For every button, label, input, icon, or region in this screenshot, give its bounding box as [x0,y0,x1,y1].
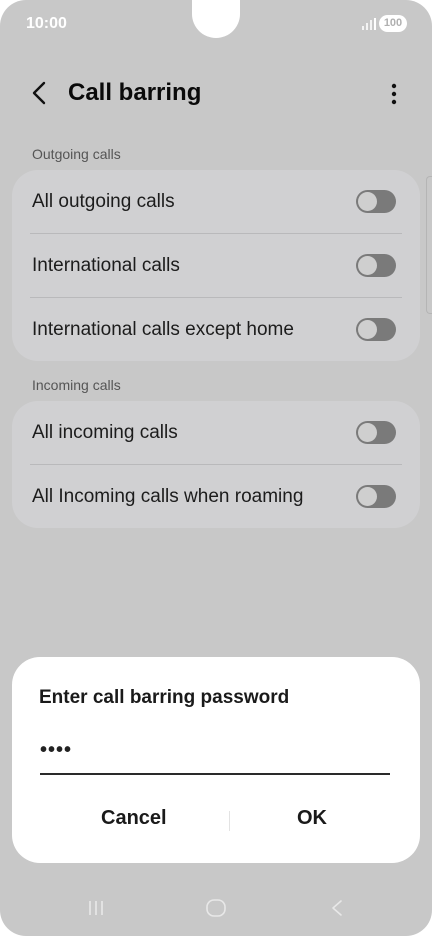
setting-label: All incoming calls [32,422,178,443]
toggle-switch[interactable] [356,190,396,213]
setting-row-international-except-home[interactable]: International calls except home [12,298,420,361]
setting-label: All Incoming calls when roaming [32,486,304,507]
toggle-switch[interactable] [356,254,396,277]
app-bar: Call barring [0,64,432,124]
button-divider [229,811,230,831]
setting-row-incoming-roaming[interactable]: All Incoming calls when roaming [12,465,420,528]
section-heading-outgoing: Outgoing calls [32,146,121,162]
setting-label: International calls [32,255,180,276]
password-dialog: Enter call barring password •••• Cancel … [12,657,420,863]
password-value: •••• [40,739,73,761]
dialog-title: Enter call barring password [39,687,290,708]
cancel-button[interactable]: Cancel [101,807,167,830]
setting-row-all-incoming[interactable]: All incoming calls [12,401,420,464]
toggle-switch[interactable] [356,318,396,341]
toggle-knob [358,320,377,339]
toggle-knob [358,256,377,275]
back-icon[interactable] [328,898,346,923]
status-bar: 10:00 100 [0,0,432,48]
password-field[interactable]: •••• [40,735,390,775]
outgoing-calls-card: All outgoing calls International calls I… [12,170,420,361]
toggle-switch[interactable] [356,421,396,444]
more-options-icon[interactable] [384,80,404,108]
setting-row-all-outgoing[interactable]: All outgoing calls [12,170,420,233]
phone-screen: 10:00 100 Call barring Outgoing calls Al… [0,0,432,936]
scroll-indicator [426,176,432,314]
setting-label: International calls except home [32,319,294,340]
incoming-calls-card: All incoming calls All Incoming calls wh… [12,401,420,528]
navigation-bar [0,886,432,932]
setting-row-international[interactable]: International calls [12,234,420,297]
section-heading-incoming: Incoming calls [32,377,121,393]
ok-button[interactable]: OK [297,807,327,830]
setting-label: All outgoing calls [32,191,175,212]
toggle-knob [358,192,377,211]
back-arrow-icon[interactable] [26,78,54,108]
toggle-knob [358,423,377,442]
home-icon[interactable] [205,898,227,923]
page-title: Call barring [68,79,202,106]
signal-icon [362,17,376,35]
battery-indicator: 100 [379,15,407,32]
status-time: 10:00 [26,15,67,32]
toggle-switch[interactable] [356,485,396,508]
toggle-knob [358,487,377,506]
recent-apps-icon[interactable] [86,898,106,923]
